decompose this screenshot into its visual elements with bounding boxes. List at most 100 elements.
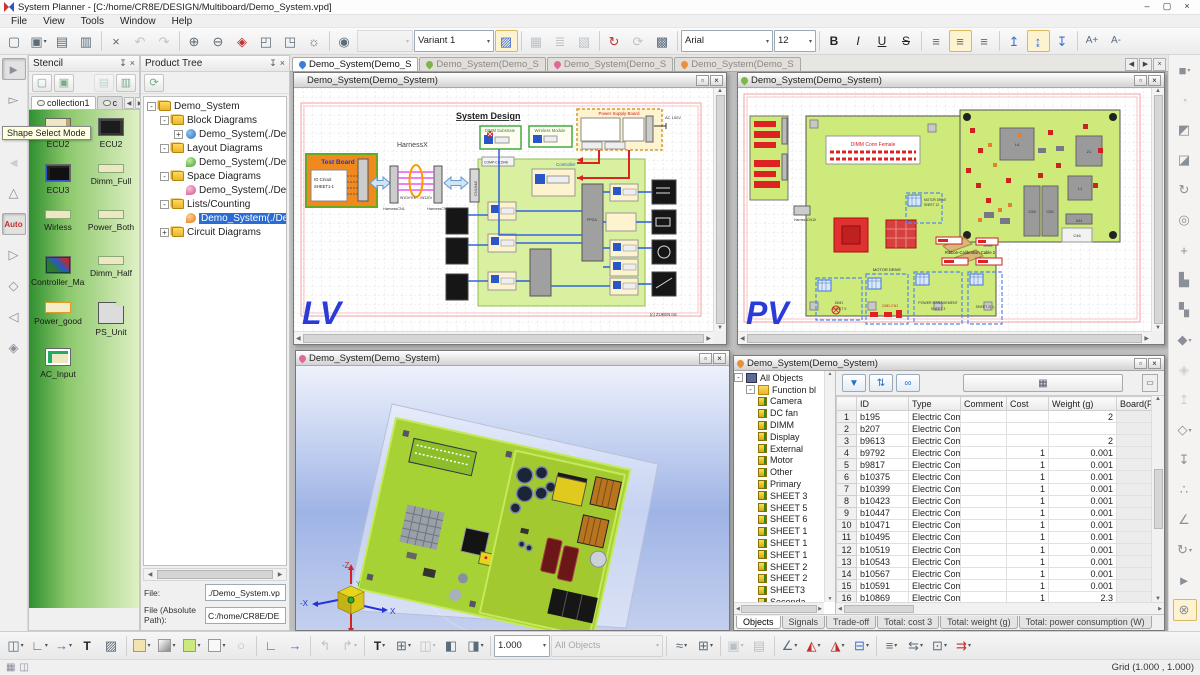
rotate-right-button[interactable]: ◮▾	[826, 635, 849, 657]
tree-node[interactable]: Demo_System(./Demo_Syster	[144, 211, 286, 225]
texture-button[interactable]: ▩	[651, 30, 674, 52]
new-file-button[interactable]: ▢	[3, 30, 26, 52]
close-icon[interactable]: ×	[280, 58, 285, 69]
italic-button[interactable]: I	[847, 30, 870, 52]
screenshot-button[interactable]: ◉	[333, 30, 356, 52]
toolbar-button[interactable]	[819, 31, 820, 51]
table-row[interactable]: 5b9817 Electric Compc 10.001	[837, 459, 1153, 471]
component-place-button[interactable]: ⊞▾	[694, 635, 717, 657]
sheet-tab[interactable]: Objects	[736, 616, 781, 629]
expander-icon[interactable]: +	[160, 228, 169, 237]
sheet-tab[interactable]: Total: weight (g)	[940, 616, 1018, 629]
lift-up-button[interactable]: ↥	[1173, 389, 1197, 411]
object-lower-button[interactable]: ◪	[1173, 149, 1197, 171]
table-row[interactable]: 7b10399 Electric Compc 10.001	[837, 483, 1153, 495]
board-stack-button[interactable]: ▧	[573, 30, 596, 52]
overlap-button[interactable]: ◫▾	[416, 635, 439, 657]
stencil-open-button[interactable]: ▣	[54, 74, 74, 92]
fill-gray-swatch[interactable]: ▾	[155, 635, 179, 657]
edit-part-button[interactable]: ▣▾	[724, 635, 747, 657]
sheet-tab[interactable]: Total: cost 3	[877, 616, 939, 629]
close-icon[interactable]: ×	[1148, 358, 1161, 369]
table-row[interactable]: 13b10543 Electric Compc 10.001	[837, 556, 1153, 568]
fill-yellow-swatch[interactable]: ▾	[130, 635, 154, 657]
view-3d-cube-button[interactable]: ■▾	[1173, 59, 1197, 81]
stencil-shape[interactable]: Wirless	[31, 210, 85, 254]
table-row[interactable]: 2b207 Electric Compc	[837, 423, 1153, 435]
minimize-button[interactable]: –	[1138, 1, 1156, 13]
bottom-tool-button[interactable]	[720, 636, 721, 656]
table-row[interactable]: 1b195 Electric Compc 2	[837, 411, 1153, 423]
test-board-block[interactable]: Test Board IO Circuit SHEET1-1	[306, 154, 377, 207]
column-header[interactable]: Type	[909, 397, 961, 411]
tree-node-leaf[interactable]: DIMM	[734, 419, 835, 431]
h-scrollbar[interactable]: ◀▶	[294, 331, 713, 344]
tree-node[interactable]: - Layout Diagrams	[144, 141, 286, 155]
tree-node-leaf[interactable]: SHEET3	[734, 584, 835, 596]
pin-icon[interactable]: ↧	[269, 58, 277, 69]
expander-icon[interactable]: +	[174, 130, 183, 139]
extrude-button[interactable]: ◆▾	[1173, 329, 1197, 351]
expander-icon[interactable]: -	[160, 200, 169, 209]
close-icon[interactable]: ×	[713, 353, 726, 364]
edit-sheet-button[interactable]: ▤	[748, 635, 771, 657]
collision-check-button[interactable]: ⊗	[1173, 599, 1197, 621]
group-button[interactable]: ⊞▾	[392, 635, 415, 657]
bottom-tool-button[interactable]	[490, 636, 491, 656]
sheet-tab[interactable]: Total: power consumption (W)	[1019, 616, 1152, 629]
stencil-shape[interactable]: Dimm_Half	[85, 256, 137, 300]
tree-node-leaf[interactable]: Camera	[734, 396, 835, 408]
connector-tool-button[interactable]: ∟▾	[28, 635, 51, 657]
rotate-view-button[interactable]: ↻	[1173, 179, 1197, 201]
tree-node-leaf[interactable]: Motor	[734, 455, 835, 467]
shape-select-mode-button[interactable]: ▻	[2, 89, 26, 111]
toolbar-button[interactable]	[329, 31, 330, 51]
document-tab[interactable]: Demo_System(Demo_S	[674, 57, 800, 71]
file-abs-value-field[interactable]: C:/home/CR8E/DE	[205, 607, 286, 624]
sync-button[interactable]: ⟳	[627, 30, 650, 52]
tree-node[interactable]: Demo_System(./Demo_Syster	[144, 183, 286, 197]
polygon-arrow-button[interactable]: ◁	[2, 306, 26, 328]
close-icon[interactable]: ×	[1148, 75, 1161, 86]
connect-mode-button[interactable]: △	[2, 182, 26, 204]
stencil-shape[interactable]: Power_good	[31, 302, 85, 346]
font-smaller-button[interactable]: A-	[1105, 30, 1128, 52]
tree-node-leaf[interactable]: SHEET 6	[734, 514, 835, 526]
tree-node-group[interactable]: - Function bl	[734, 384, 835, 396]
polygon-points-button[interactable]: ◈	[2, 337, 26, 359]
stencil-shape[interactable]: AC_Input	[31, 348, 85, 392]
bottom-tool-button[interactable]	[310, 636, 311, 656]
xyz-input-button[interactable]: ∴	[1173, 479, 1197, 501]
bottom-tool-button[interactable]	[256, 636, 257, 656]
font-family-combo[interactable]: Arial▾	[681, 30, 773, 52]
tree-node-leaf[interactable]: SHEET 1	[734, 537, 835, 549]
stencil-collection-tab[interactable]: collection1	[31, 96, 96, 109]
stencil-collection-tab[interactable]: c	[97, 96, 124, 109]
bottom-tool-button[interactable]	[364, 636, 365, 656]
arrow2-tool-button[interactable]: →	[284, 635, 307, 657]
tree-node-leaf[interactable]: SHEET 2	[734, 561, 835, 573]
document-tab[interactable]: Demo_System(Demo_S	[292, 57, 418, 71]
tab-prev-icon[interactable]: ◀	[1125, 58, 1138, 71]
space-3d-canvas[interactable]: -Z -X X Y	[296, 366, 729, 630]
document-tab[interactable]: Demo_System(Demo_S	[419, 57, 545, 71]
sort-button[interactable]: ⇅	[869, 374, 893, 392]
tree-node[interactable]: - Space Diagrams	[144, 169, 286, 183]
table-row[interactable]: 16b10869 Electric Compc 12.3	[837, 592, 1153, 602]
pin-icon[interactable]: ↧	[119, 58, 127, 69]
orbit-button[interactable]: ◔	[1173, 89, 1197, 111]
table-row[interactable]: 8b10423 Electric Compc 10.001	[837, 495, 1153, 507]
copy-stack-button[interactable]: ⊟▾	[850, 635, 873, 657]
expander-icon[interactable]	[174, 158, 183, 167]
measure-tool-button[interactable]: ∠▾	[778, 635, 801, 657]
table-h-scrollbar[interactable]: ◀▶	[836, 602, 1164, 614]
toolbar-button[interactable]	[179, 31, 180, 51]
tree-node-leaf[interactable]: Display	[734, 431, 835, 443]
toolbar-button[interactable]	[921, 31, 922, 51]
toolbar-button[interactable]	[999, 31, 1000, 51]
menu-item[interactable]: Tools	[74, 15, 111, 27]
stencil-shape[interactable]: Controller_Max	[31, 256, 85, 300]
table-row[interactable]: 12b10519 Electric Compc 10.001	[837, 544, 1153, 556]
toolbar-button[interactable]	[101, 31, 102, 51]
tree-node[interactable]: Demo_System(./Demo_Syster	[144, 155, 286, 169]
